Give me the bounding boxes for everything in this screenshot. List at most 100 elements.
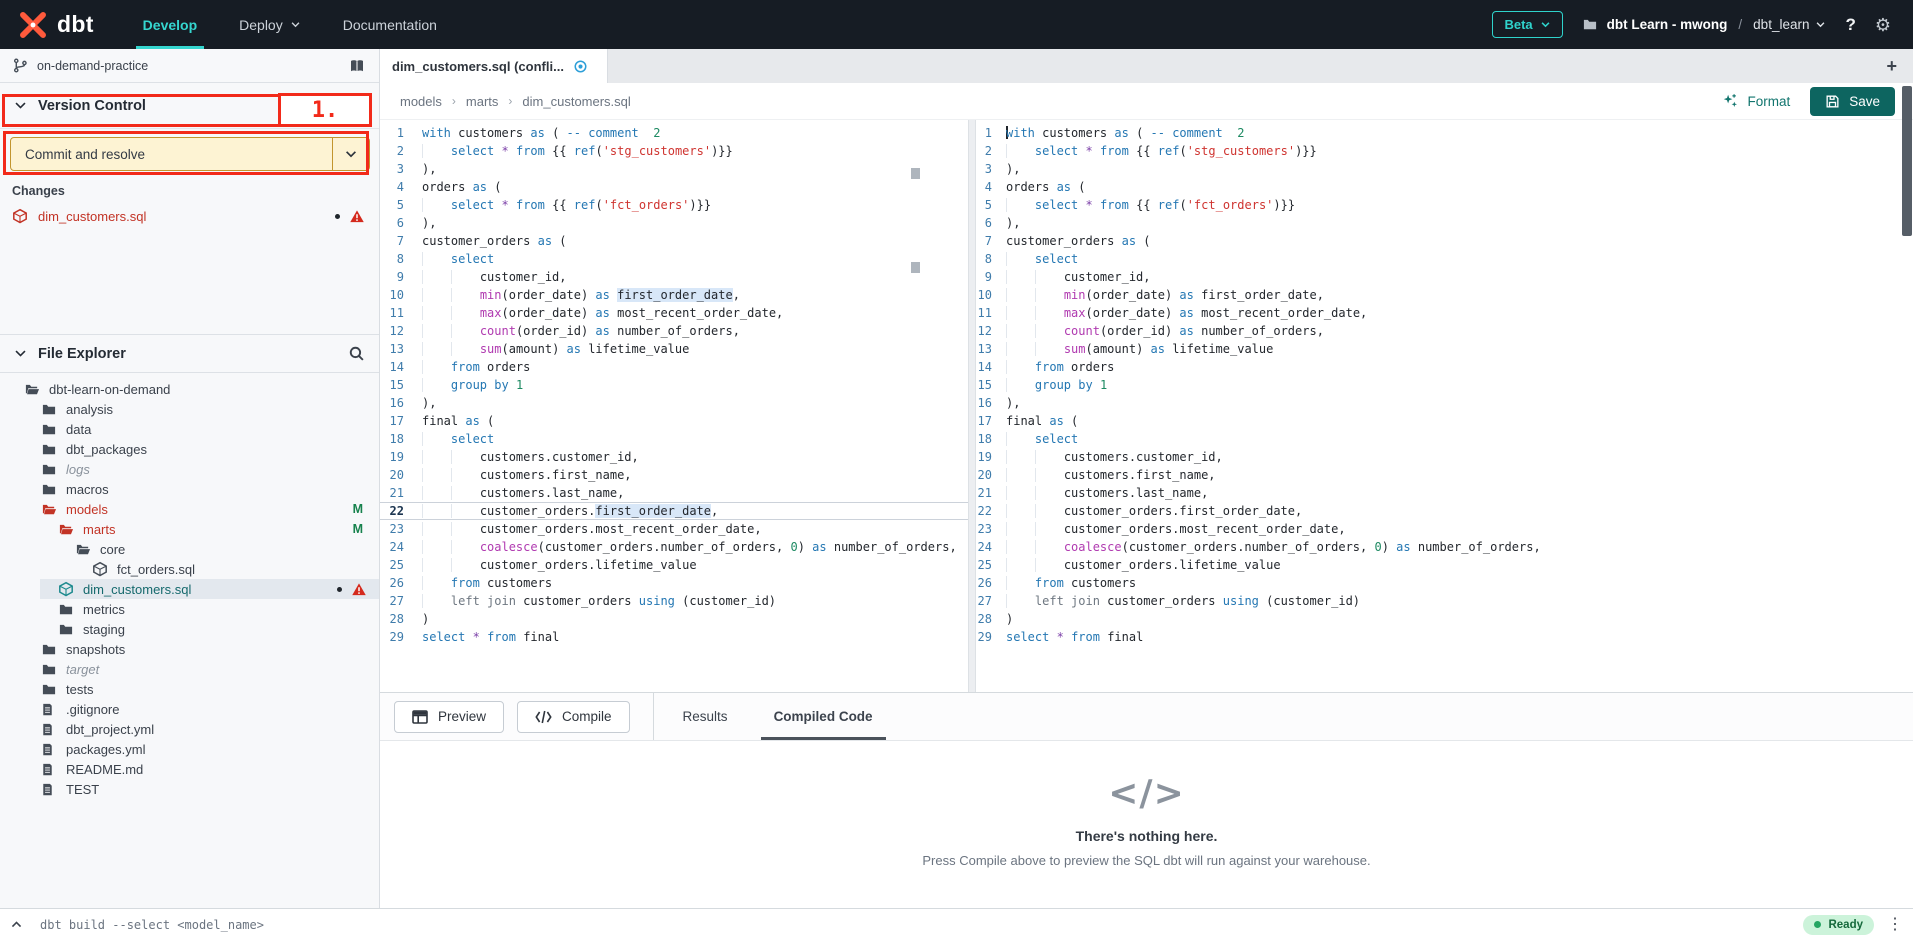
- code-line[interactable]: 19 customers.customer_id,: [380, 448, 968, 466]
- code-line[interactable]: 10 min(order_date) as first_order_date,: [976, 286, 1913, 304]
- code-line[interactable]: 2 select * from {{ ref('stg_customers')}…: [976, 142, 1913, 160]
- code-line[interactable]: 1with customers as ( -- comment 2: [976, 124, 1913, 142]
- code-line[interactable]: 9 customer_id,: [976, 268, 1913, 286]
- code-line[interactable]: 22 customer_orders.first_order_date,: [976, 502, 1913, 520]
- format-button[interactable]: Format: [1722, 93, 1790, 109]
- code-line[interactable]: 15 group by 1: [380, 376, 968, 394]
- code-line[interactable]: 5 select * from {{ ref('fct_orders')}}: [976, 196, 1913, 214]
- code-line[interactable]: 27 left join customer_orders using (cust…: [380, 592, 968, 610]
- tree-item-readme-md[interactable]: README.md: [0, 759, 379, 779]
- code-line[interactable]: 5 select * from {{ ref('fct_orders')}}: [380, 196, 968, 214]
- code-line[interactable]: 3),: [976, 160, 1913, 178]
- pane-divider[interactable]: [968, 120, 976, 692]
- breadcrumb-marts[interactable]: marts: [466, 94, 499, 109]
- docs-book-icon[interactable]: [348, 58, 366, 74]
- kebab-menu-icon[interactable]: ⋮: [1887, 917, 1903, 933]
- commit-and-resolve-button[interactable]: Commit and resolve: [10, 137, 370, 171]
- code-line[interactable]: 20 customers.first_name,: [976, 466, 1913, 484]
- code-line[interactable]: 1with customers as ( -- comment 2: [380, 124, 968, 142]
- tree-item-metrics[interactable]: metrics: [0, 599, 379, 619]
- preview-button[interactable]: Preview: [394, 701, 504, 733]
- tree-item-macros[interactable]: macros: [0, 479, 379, 499]
- tree-item-test[interactable]: TEST: [0, 779, 379, 799]
- code-line[interactable]: 13 sum(amount) as lifetime_value: [380, 340, 968, 358]
- breadcrumb-file[interactable]: dim_customers.sql: [522, 94, 630, 109]
- tab-results[interactable]: Results: [660, 693, 751, 740]
- code-line[interactable]: 23 customer_orders.most_recent_order_dat…: [380, 520, 968, 538]
- code-line[interactable]: 29select * from final: [976, 628, 1913, 646]
- version-control-header[interactable]: Version Control: [0, 83, 379, 129]
- code-line[interactable]: 2 select * from {{ ref('stg_customers')}…: [380, 142, 968, 160]
- tree-item-marts[interactable]: martsM: [0, 519, 379, 539]
- tree-item-dbt-project-yml[interactable]: dbt_project.yml: [0, 719, 379, 739]
- git-branch-row[interactable]: on-demand-practice: [0, 49, 379, 83]
- code-line[interactable]: 28): [976, 610, 1913, 628]
- tree-item-target[interactable]: target: [0, 659, 379, 679]
- code-line[interactable]: 12 count(order_id) as number_of_orders,: [380, 322, 968, 340]
- code-line[interactable]: 25 customer_orders.lifetime_value: [380, 556, 968, 574]
- nav-deploy[interactable]: Deploy: [218, 0, 322, 49]
- help-icon[interactable]: ?: [1845, 15, 1855, 35]
- tree-item-analysis[interactable]: analysis: [0, 399, 379, 419]
- code-line[interactable]: 18 select: [976, 430, 1913, 448]
- code-line[interactable]: 14 from orders: [976, 358, 1913, 376]
- code-line[interactable]: 26 from customers: [380, 574, 968, 592]
- code-line[interactable]: 20 customers.first_name,: [380, 466, 968, 484]
- tree-item-fct-orders-sql[interactable]: fct_orders.sql: [0, 559, 379, 579]
- code-line[interactable]: 17final as (: [976, 412, 1913, 430]
- editor-scrollbar-thumb[interactable]: [1902, 86, 1912, 236]
- code-line[interactable]: 17final as (: [380, 412, 968, 430]
- tree-item-snapshots[interactable]: snapshots: [0, 639, 379, 659]
- code-line[interactable]: 26 from customers: [976, 574, 1913, 592]
- code-line[interactable]: 27 left join customer_orders using (cust…: [976, 592, 1913, 610]
- code-line[interactable]: 24 coalesce(customer_orders.number_of_or…: [976, 538, 1913, 556]
- code-line[interactable]: 11 max(order_date) as most_recent_order_…: [380, 304, 968, 322]
- code-line[interactable]: 16),: [380, 394, 968, 412]
- code-line[interactable]: 28): [380, 610, 968, 628]
- tree-item-dbt-packages[interactable]: dbt_packages: [0, 439, 379, 459]
- tree-item-packages-yml[interactable]: packages.yml: [0, 739, 379, 759]
- code-line[interactable]: 22 customer_orders.first_order_date,: [380, 502, 968, 520]
- code-line[interactable]: 15 group by 1: [976, 376, 1913, 394]
- code-line[interactable]: 25 customer_orders.lifetime_value: [976, 556, 1913, 574]
- file-explorer-header[interactable]: File Explorer: [0, 334, 379, 373]
- code-pane-left[interactable]: 1with customers as ( -- comment 22 selec…: [380, 120, 968, 692]
- code-line[interactable]: 3),: [380, 160, 968, 178]
- code-line[interactable]: 18 select: [380, 430, 968, 448]
- code-line[interactable]: 21 customers.last_name,: [976, 484, 1913, 502]
- code-line[interactable]: 29select * from final: [380, 628, 968, 646]
- code-line[interactable]: 13 sum(amount) as lifetime_value: [976, 340, 1913, 358]
- tree-item-core[interactable]: core: [0, 539, 379, 559]
- tree-item-dbt-learn-on-demand[interactable]: dbt-learn-on-demand: [0, 379, 379, 399]
- nav-documentation[interactable]: Documentation: [322, 0, 458, 49]
- code-line[interactable]: 6),: [380, 214, 968, 232]
- compile-button[interactable]: Compile: [517, 701, 630, 733]
- tree-item-logs[interactable]: logs: [0, 459, 379, 479]
- code-line[interactable]: 23 customer_orders.most_recent_order_dat…: [976, 520, 1913, 538]
- code-line[interactable]: 4orders as (: [380, 178, 968, 196]
- tree-item-dim-customers-sql[interactable]: dim_customers.sql: [0, 579, 379, 599]
- code-line[interactable]: 24 coalesce(customer_orders.number_of_or…: [380, 538, 968, 556]
- code-line[interactable]: 14 from orders: [380, 358, 968, 376]
- dbt-logo[interactable]: dbt: [0, 10, 122, 40]
- breadcrumb-models[interactable]: models: [400, 94, 442, 109]
- code-line[interactable]: 7customer_orders as (: [380, 232, 968, 250]
- tree-item--gitignore[interactable]: .gitignore: [0, 699, 379, 719]
- code-line[interactable]: 7customer_orders as (: [976, 232, 1913, 250]
- code-line[interactable]: 21 customers.last_name,: [380, 484, 968, 502]
- editor-tab[interactable]: dim_customers.sql (confli...: [380, 49, 608, 83]
- code-line[interactable]: 11 max(order_date) as most_recent_order_…: [976, 304, 1913, 322]
- commit-options-chevron[interactable]: [333, 138, 369, 170]
- save-button[interactable]: Save: [1810, 87, 1895, 116]
- beta-toggle[interactable]: Beta: [1492, 11, 1562, 38]
- project-selector[interactable]: dbt_learn: [1753, 17, 1826, 32]
- changed-file-row[interactable]: dim_customers.sql: [0, 203, 379, 229]
- tab-compiled-code[interactable]: Compiled Code: [751, 693, 896, 740]
- nav-develop[interactable]: Develop: [122, 0, 218, 49]
- code-line[interactable]: 19 customers.customer_id,: [976, 448, 1913, 466]
- code-line[interactable]: 9 customer_id,: [380, 268, 968, 286]
- tree-item-tests[interactable]: tests: [0, 679, 379, 699]
- new-tab-plus-icon[interactable]: +: [1886, 56, 1897, 77]
- chevron-up-icon[interactable]: [10, 918, 23, 931]
- code-line[interactable]: 8 select: [976, 250, 1913, 268]
